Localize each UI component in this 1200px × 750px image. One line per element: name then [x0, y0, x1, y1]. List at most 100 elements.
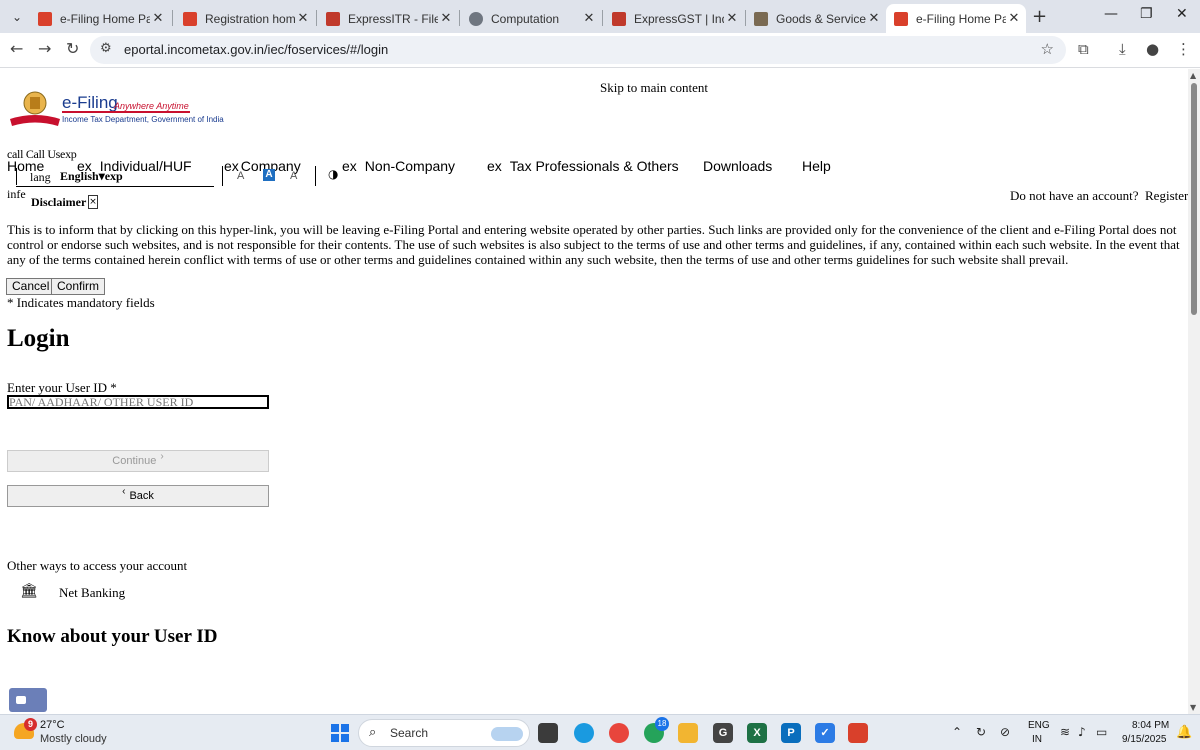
tab-title: ExpressITR - File Inco — [348, 11, 438, 26]
bookmark-star-icon[interactable]: ☆ — [1041, 40, 1054, 58]
site-info-icon[interactable]: ⚙ — [100, 41, 112, 56]
nav-label: Non-Company — [364, 158, 456, 174]
g-app-icon[interactable]: G — [713, 723, 733, 743]
nav-ex-glyph: ex — [487, 158, 502, 174]
mandatory-note: * Indicates mandatory fields — [7, 295, 155, 310]
page-scrollbar[interactable]: ▲ ▼ — [1188, 69, 1200, 714]
scroll-up-arrow-icon[interactable]: ▲ — [1190, 71, 1196, 80]
font-decrease-button[interactable]: A — [237, 170, 244, 182]
disclaimer-body: This is to inform that by clicking on th… — [7, 222, 1180, 267]
expressgst-favicon-icon — [612, 11, 626, 26]
minimize-icon[interactable]: — — [1104, 6, 1118, 22]
task-view-icon[interactable] — [538, 723, 558, 743]
nav-non-company[interactable]: ex Non-Company — [342, 158, 455, 174]
weather-badge: 9 — [24, 718, 37, 731]
cancel-button[interactable]: Cancel — [6, 278, 56, 295]
close-tab-icon[interactable]: ✕ — [150, 11, 166, 26]
close-tab-icon[interactable]: ✕ — [295, 11, 311, 26]
taskbar-search[interactable]: ⌕ Search — [358, 719, 530, 747]
close-tab-icon[interactable]: ✕ — [438, 11, 454, 26]
clock-time[interactable]: 8:04 PM — [1132, 720, 1169, 731]
expressitr-app-icon[interactable] — [848, 723, 868, 743]
user-id-input[interactable] — [7, 395, 269, 409]
nav-help[interactable]: Help — [802, 158, 831, 174]
temperature-text[interactable]: 27°C — [40, 719, 65, 731]
restore-icon[interactable]: ❐ — [1140, 6, 1153, 22]
nav-tax-professionals[interactable]: ex Tax Professionals & Others — [487, 158, 679, 174]
language-value: English▾exp — [60, 169, 123, 184]
browser-tab-4[interactable]: Computation ✕ — [461, 4, 601, 33]
logo-subtitle: Income Tax Department, Government of Ind… — [62, 115, 224, 124]
weather-condition-text[interactable]: Mostly cloudy — [40, 733, 107, 745]
forward-arrow-icon[interactable]: → — [38, 39, 51, 58]
close-tab-icon[interactable]: ✕ — [581, 11, 597, 26]
profile-avatar-icon[interactable]: ● — [1146, 40, 1159, 58]
tray-network-status-icon[interactable]: ⊘ — [1000, 725, 1010, 739]
volume-icon[interactable]: ♪ — [1078, 725, 1086, 739]
tab-title: Goods & Services Ta — [776, 11, 866, 26]
nav-downloads[interactable]: Downloads — [703, 158, 772, 174]
register-link[interactable]: Register — [1145, 188, 1188, 203]
contrast-toggle-icon[interactable]: ◑ — [328, 167, 338, 181]
close-tab-icon[interactable]: ✕ — [866, 11, 882, 26]
confirm-button[interactable]: Confirm — [51, 278, 106, 295]
todo-check-icon[interactable]: ✓ — [815, 723, 835, 743]
kebab-menu-icon[interactable]: ⋮ — [1176, 40, 1191, 58]
page-title: Login — [7, 325, 70, 352]
browser-toolbar: ← → ↻ ⚙ eportal.incometax.gov.in/iec/fos… — [0, 33, 1200, 68]
close-window-icon[interactable]: ✕ — [1176, 6, 1188, 22]
downloads-icon[interactable]: ⤓ — [1119, 40, 1126, 58]
net-banking-link[interactable]: Net Banking — [59, 585, 125, 601]
file-explorer-icon[interactable] — [678, 723, 698, 743]
scroll-thumb[interactable] — [1191, 83, 1197, 315]
clock-date[interactable]: 9/15/2025 — [1122, 734, 1167, 745]
continue-button[interactable]: Continue › — [7, 450, 269, 472]
excel-icon[interactable]: X — [747, 723, 767, 743]
close-tab-icon[interactable]: ✕ — [1006, 11, 1022, 26]
disclaimer-close-icon[interactable]: × — [88, 195, 98, 209]
url-text: eportal.incometax.gov.in/iec/foservices/… — [124, 42, 389, 57]
divider — [222, 166, 223, 186]
edge-browser-icon[interactable] — [574, 723, 594, 743]
new-tab-icon[interactable]: + — [1032, 6, 1047, 27]
windows-taskbar: 9 27°C Mostly cloudy ⌕ Search 18 G X P ✓… — [0, 714, 1200, 750]
skip-to-main-link[interactable]: Skip to main content — [600, 80, 708, 96]
font-increase-button[interactable]: A — [290, 170, 297, 182]
back-button[interactable]: ‹ Back — [7, 485, 269, 507]
tray-sync-icon[interactable]: ↻ — [976, 725, 986, 739]
browser-tab-6[interactable]: Goods & Services Ta ✕ — [746, 4, 886, 33]
tray-expand-chevron-icon[interactable]: ⌃ — [952, 725, 962, 739]
browser-tab-5[interactable]: ExpressGST | India's f ✕ — [604, 4, 744, 33]
scroll-down-arrow-icon[interactable]: ▼ — [1190, 703, 1196, 712]
battery-icon[interactable]: ▭ — [1096, 725, 1107, 739]
tab-title: e-Filing Home Page, I — [916, 11, 1006, 26]
page-viewport: Skip to main content e-Filing Anywhere A… — [0, 69, 1188, 714]
wifi-icon[interactable]: ≋ — [1060, 725, 1070, 739]
chrome-browser-icon[interactable] — [609, 723, 629, 743]
tab-search-menu-icon[interactable]: ⌄ — [8, 8, 26, 26]
language-indicator-line1[interactable]: ENG — [1028, 720, 1050, 731]
close-tab-icon[interactable]: ✕ — [724, 11, 740, 26]
windows-start-icon[interactable] — [331, 724, 349, 742]
reload-icon[interactable]: ↻ — [66, 39, 79, 58]
language-indicator-line2[interactable]: IN — [1032, 734, 1042, 745]
font-normal-button[interactable]: A — [263, 169, 275, 181]
language-select[interactable]: lang English▾exp — [16, 168, 214, 187]
back-arrow-icon[interactable]: ← — [10, 39, 23, 58]
extensions-icon[interactable]: ⧉ — [1078, 40, 1089, 58]
tab-title: Registration home, In — [205, 11, 295, 26]
browser-tab-2[interactable]: Registration home, In ✕ — [175, 4, 315, 33]
notification-bell-icon[interactable]: 🔔 — [1176, 725, 1192, 740]
browser-tab-1[interactable]: e-Filing Home Page, I ✕ — [30, 4, 170, 33]
nav-ex-glyph: ex — [342, 158, 357, 174]
user-id-label: Enter your User ID * — [7, 380, 117, 395]
address-bar[interactable]: ⚙ eportal.incometax.gov.in/iec/foservice… — [90, 36, 1066, 64]
p-app-icon[interactable]: P — [781, 723, 801, 743]
back-label: Back — [129, 490, 154, 502]
logo-underline — [62, 111, 190, 113]
browser-tab-3[interactable]: ExpressITR - File Inco ✕ — [318, 4, 458, 33]
chatbot-icon[interactable] — [9, 688, 47, 712]
search-highlight-art — [491, 727, 523, 741]
infe-text: infe — [7, 187, 26, 201]
browser-tab-7-active[interactable]: e-Filing Home Page, I ✕ — [886, 4, 1026, 33]
